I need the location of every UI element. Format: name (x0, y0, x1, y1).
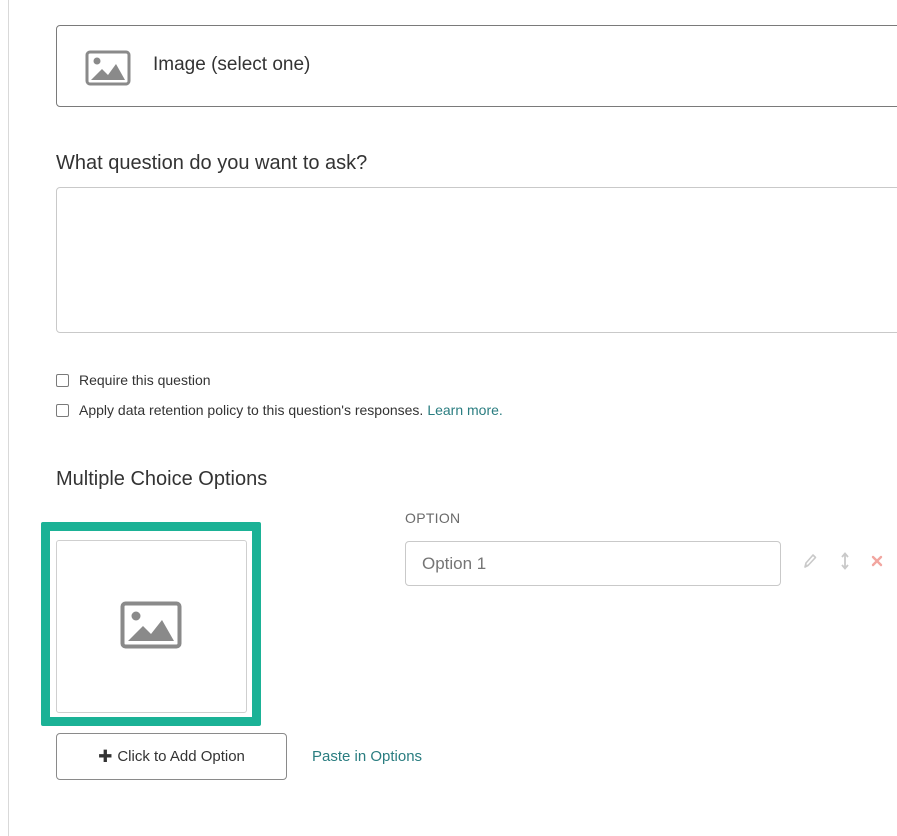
question-type-label: Image (select one) (153, 54, 311, 75)
image-icon (85, 50, 131, 86)
require-question-label: Require this question (79, 372, 211, 388)
option-1-input[interactable] (405, 541, 781, 586)
plus-icon: ✚ (98, 746, 113, 766)
data-retention-row[interactable]: Apply data retention policy to this ques… (54, 402, 503, 418)
data-retention-checkbox[interactable] (56, 403, 69, 417)
multiple-choice-heading: Multiple Choice Options (56, 468, 268, 490)
require-question-row[interactable]: Require this question (54, 372, 211, 388)
question-text-input[interactable] (56, 187, 897, 333)
move-arrows-icon[interactable] (840, 552, 850, 570)
option-column-header: OPTION (405, 510, 461, 526)
question-type-selector[interactable]: Image (select one) (56, 25, 897, 107)
data-retention-label: Apply data retention policy to this ques… (79, 402, 424, 418)
delete-x-icon[interactable] (870, 553, 884, 569)
require-question-checkbox[interactable] (56, 373, 69, 387)
question-prompt-label: What question do you want to ask? (56, 152, 368, 174)
image-placeholder-icon (120, 601, 182, 649)
pencil-icon[interactable] (803, 553, 817, 569)
paste-options-link[interactable]: Paste in Options (312, 748, 422, 765)
learn-more-link[interactable]: Learn more. (427, 402, 502, 418)
add-option-label: Click to Add Option (117, 748, 245, 765)
left-divider (8, 0, 9, 836)
option-image-upload[interactable] (56, 540, 247, 713)
add-option-button[interactable]: ✚ Click to Add Option (56, 733, 287, 780)
